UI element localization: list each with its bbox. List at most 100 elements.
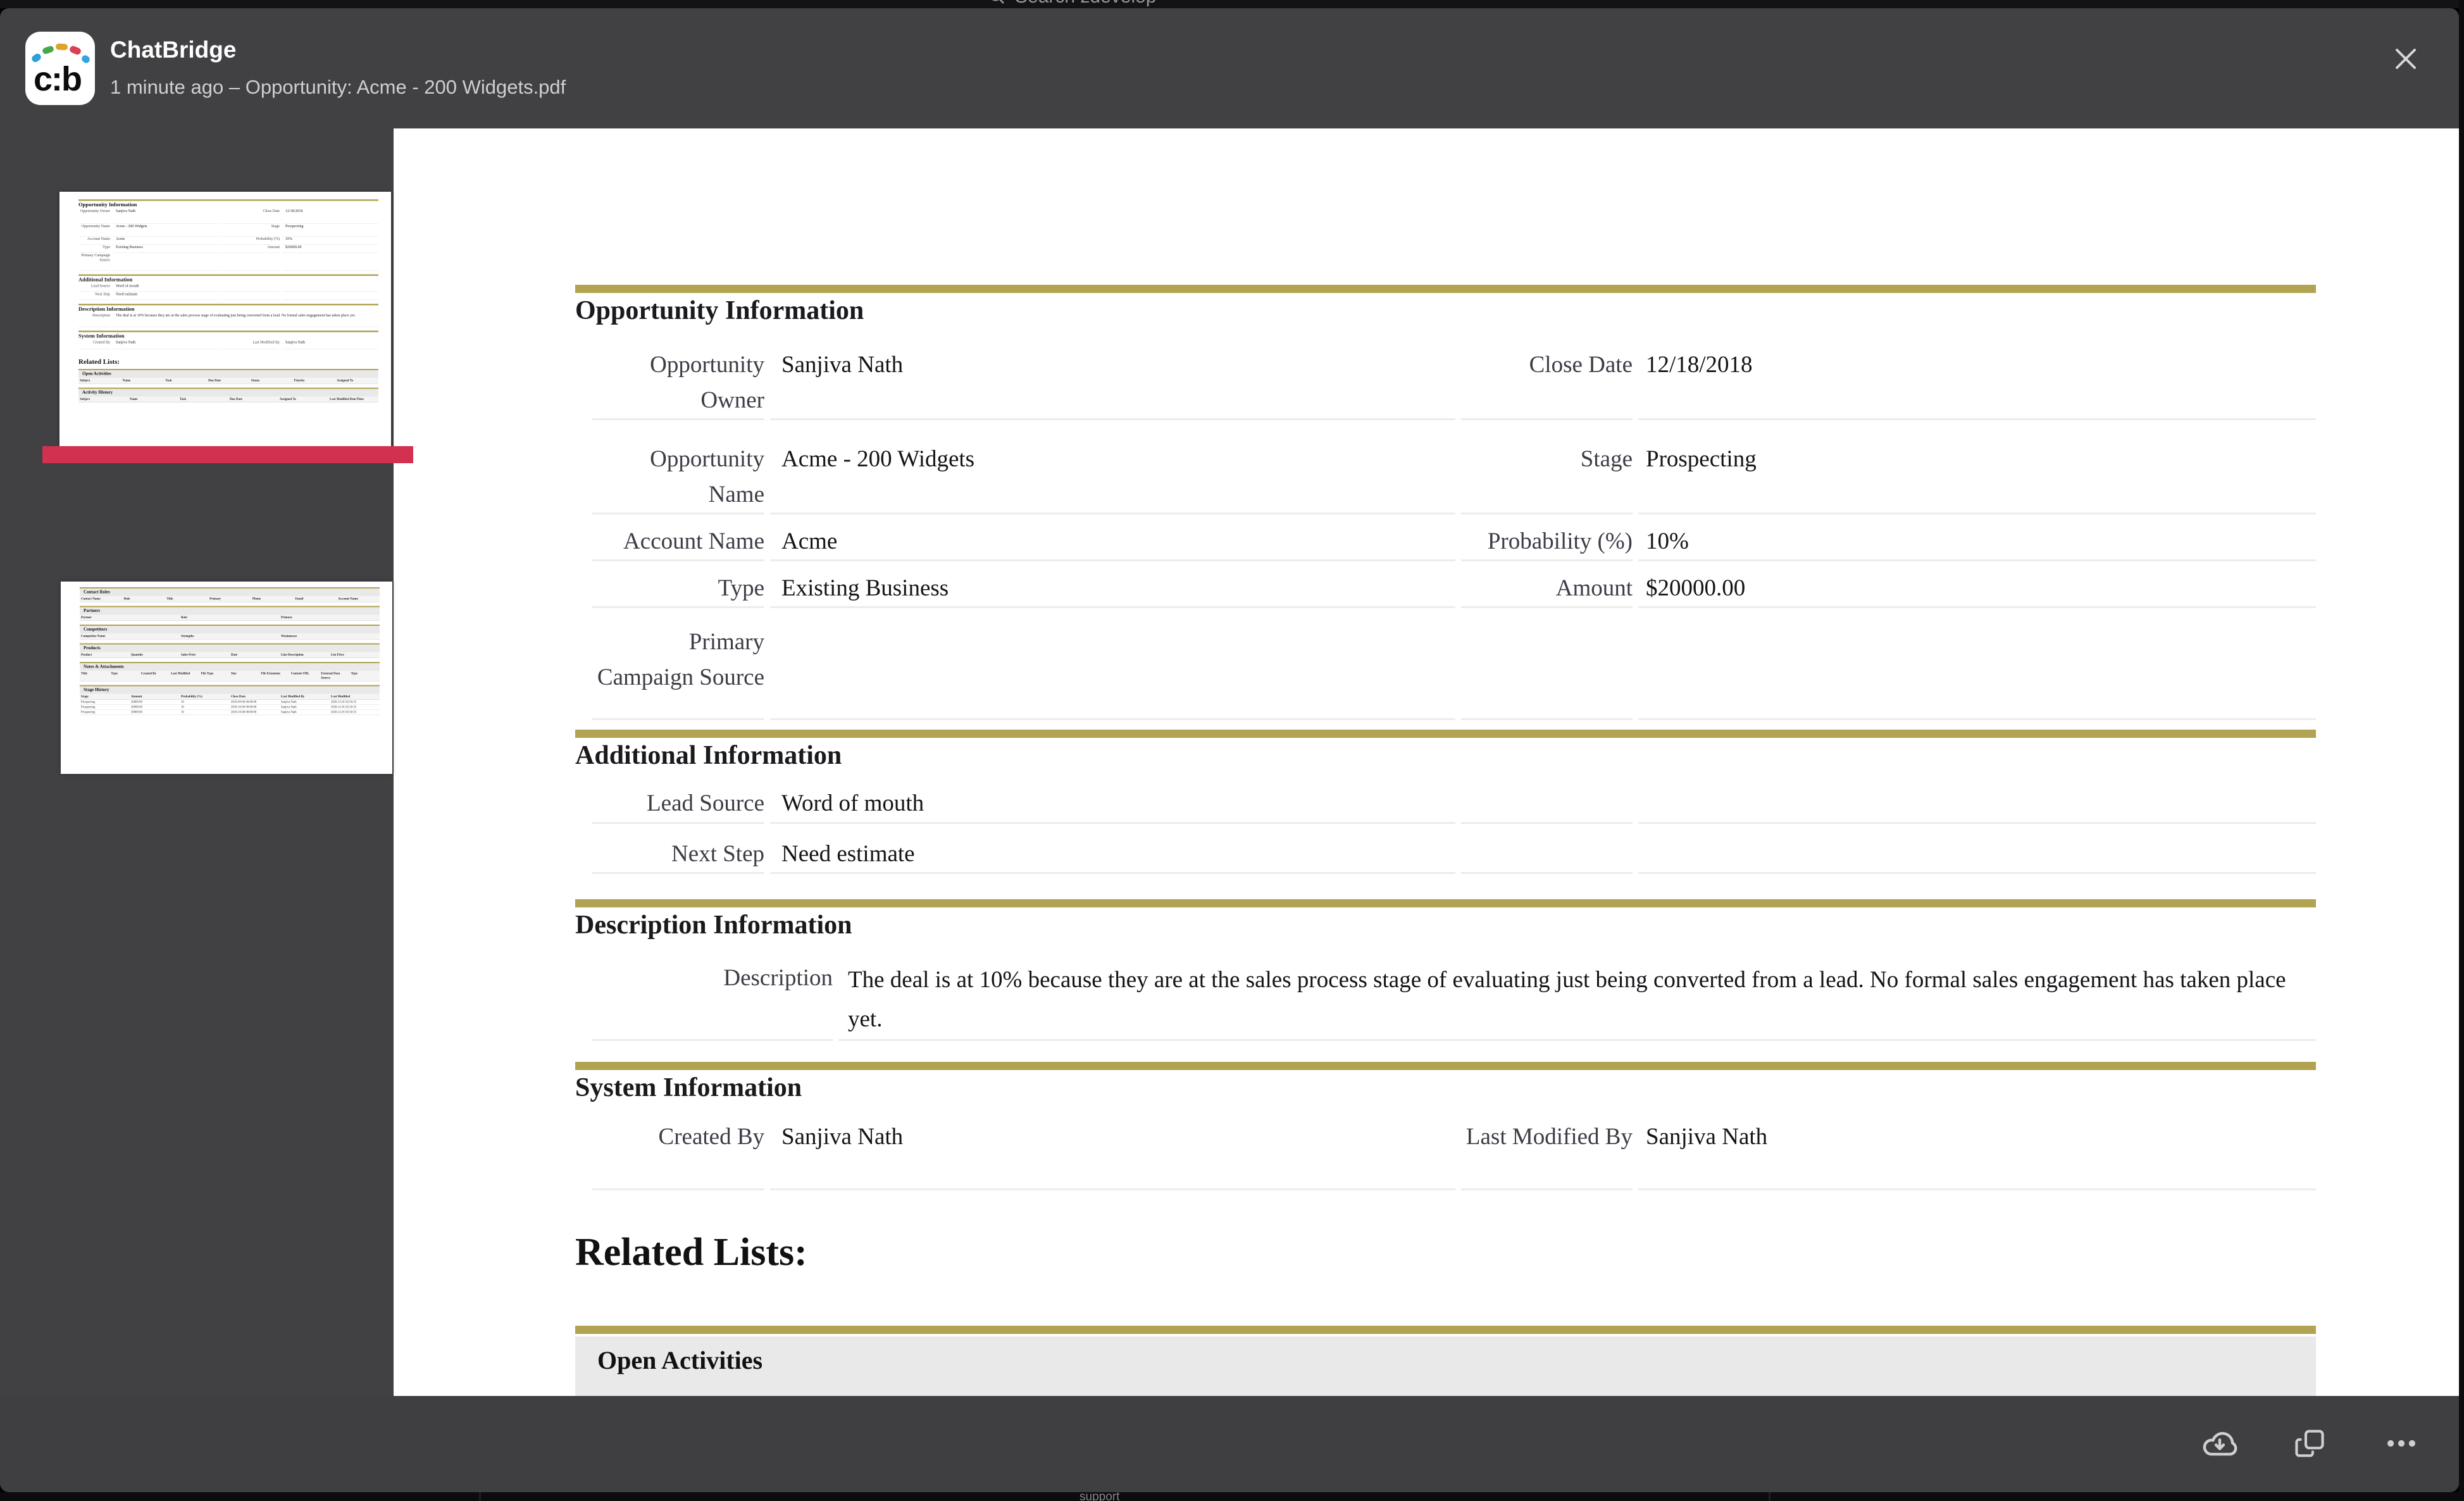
mini-cell: 2018-10-06 00:00:00 [230,710,280,715]
document-page-view[interactable]: Related Lists: Open Activities Opportuni… [394,128,2459,1404]
section-4: System InformationCreated BySanjiva Nath… [575,1062,2316,1070]
field-value: Acme - 200 Widgets [770,420,1455,514]
mini-column-header: Type [109,671,139,681]
mini-column-header: Weaknesses [280,633,380,639]
mini-column-header: Probability (%) [180,694,230,700]
mini-label: Opportunity Name [78,224,110,237]
app-title: ChatBridge [110,37,236,63]
mini-column-header: Title [165,596,208,602]
mini-list-title: Partners [80,607,380,615]
mini-label: Last Modified By [223,340,280,349]
mini-column-header: Task [178,397,228,402]
mini-label: Close Date [223,209,280,224]
section-title: System Information [575,1073,802,1103]
mini-column-header: Role [123,596,166,602]
field-row: Opportunity OwnerSanjiva NathClose Date1… [575,326,2316,420]
gold-section-bar [575,1062,2316,1070]
mini-value: Word of mouth [113,283,220,292]
mini-section-title: Opportunity Information [78,201,378,209]
mini-column-header: Stage [80,694,130,700]
field-table: Opportunity OwnerSanjiva NathClose Date1… [575,326,2316,720]
mini-cell: Sanjiva Nath [280,710,330,715]
mini-cell: Prospecting [80,710,130,715]
mini-column-header: Name [121,378,165,383]
mini-cell: 2020-11-01 02:56:35 [330,700,380,705]
thumbnail-page-2[interactable]: Contact RolesContact NameRoleTitlePrimar… [61,582,392,774]
download-button[interactable] [2199,1423,2241,1464]
mini-list-columns: SubjectNameTaskDue DateAssigned ToLast M… [78,397,378,403]
mini-column-header: Due Date [228,397,278,402]
copy-icon [2291,1425,2328,1462]
field-value: Sanjiva Nath [770,1103,1455,1190]
mini-column-header: Phone [251,596,294,602]
mini-list-row: Prospecting20000.00102018-09-06 00:00:00… [80,700,380,705]
field-label: Next Step [592,824,764,874]
section-title: Description Information [575,910,852,940]
background-app-bottom-strip: support [0,1492,2464,1501]
copy-button[interactable] [2289,1423,2330,1464]
mini-section-title: System Information [78,332,378,340]
mini-column-header: Task [164,378,207,383]
preview-header: c:b ChatBridge 1 minute ago – Opportunit… [0,8,2459,128]
gold-section-bar [575,285,2316,293]
mini-label: Type [78,245,110,253]
mini-list-title: Contact Roles [80,589,380,596]
mini-list-title: Competitors [80,626,380,633]
more-options-button[interactable] [2380,1423,2422,1464]
mini-column-header: Size [230,671,259,681]
section-title: Opportunity Information [575,296,864,326]
mini-cell: 2018-10-06 00:00:00 [230,705,280,710]
field-row: Opportunity NameAcme - 200 WidgetsStageP… [575,420,2316,514]
thumbnail-1-content: Opportunity InformationOpportunity Owner… [59,192,391,406]
mini-label: Probability (%) [223,237,280,245]
mini-column-header: Primary [208,596,251,602]
mini-list-columns: PartnerRolePrimary [80,615,380,621]
mini-value [282,283,378,292]
mini-cell: 2020-11-01 02:56:35 [330,705,380,710]
background-app-top-bar: Search zdevelop [0,0,2464,8]
field-value [1638,824,2316,874]
mini-value [113,253,220,271]
mini-cell: 20000.00 [130,710,180,715]
mini-value: $20000.00 [282,245,378,253]
field-value: $20000.00 [1638,561,2316,608]
mini-value: Need estimate [113,292,220,300]
field-label: Probability (%) [1461,514,1633,561]
mini-field-row: DescriptionThe deal is at 10% because th… [78,313,378,327]
mini-list-title: Activity History [78,389,378,397]
mini-list-columns: StageAmountProbability (%)Close DateLast… [80,694,380,701]
field-label: Opportunity Name [592,420,764,514]
mini-cell: 2018-09-06 00:00:00 [230,700,280,705]
active-page-indicator [42,446,413,463]
mini-field-row: Created BySanjiva NathLast Modified BySa… [78,340,378,349]
mini-column-header: Date [230,652,280,658]
mini-column-header: Subject [78,378,121,383]
field-value: Existing Business [770,561,1455,608]
mini-label [223,253,280,271]
mini-section-title: Description Information [78,306,378,313]
mini-label: Stage [223,224,280,237]
search-icon [987,0,1007,7]
thumbnail-page-1[interactable]: Opportunity InformationOpportunity Owner… [59,192,391,447]
search-bar[interactable]: Search zdevelop [987,0,1156,8]
field-table: DescriptionThe deal is at 10% because th… [575,940,2316,1041]
mini-list-row: Prospecting20000.00102018-10-06 00:00:00… [80,710,380,715]
mini-cell: 10 [180,705,230,710]
field-label [1461,771,1633,824]
mini-column-header: Due Date [207,378,250,383]
mini-value: Sanjiva Nath [113,209,220,224]
mini-label: Opportunity Owner [78,209,110,224]
mini-column-header: Status [250,378,293,383]
field-table: Lead SourceWord of mouthNext StepNeed es… [575,771,2316,874]
close-button[interactable] [2380,35,2431,83]
field-value [770,608,1455,720]
mini-cell: 10 [180,710,230,715]
background-app-right-edge [2459,0,2464,1501]
mini-cell: Sanjiva Nath [280,705,330,710]
field-label: Account Name [592,514,764,561]
mini-column-header: Name [128,397,178,402]
field-label: Amount [1461,561,1633,608]
mini-column-header: Amount [130,694,180,700]
mini-related-heading: Related Lists: [78,358,378,366]
field-value: Sanjiva Nath [770,326,1455,420]
